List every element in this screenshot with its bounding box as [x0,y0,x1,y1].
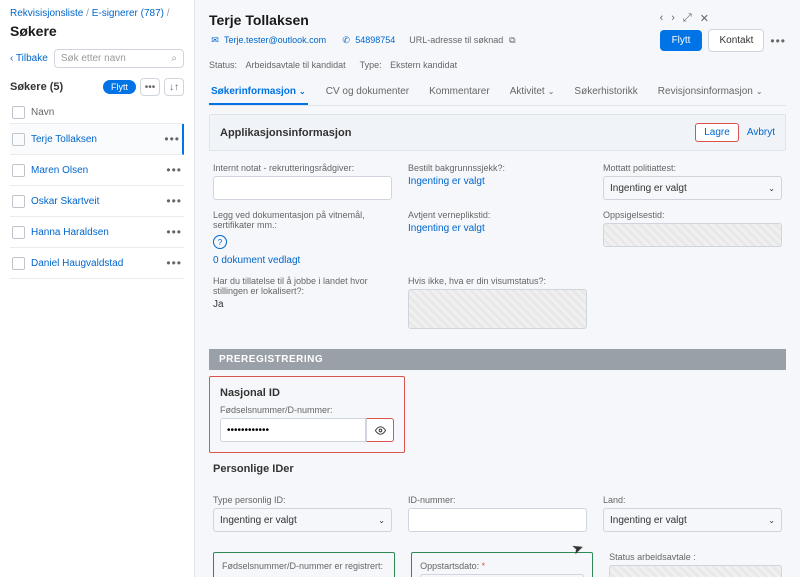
cancel-link[interactable]: Avbryt [747,127,775,138]
tab-søkerinformasjon[interactable]: Søkerinformasjon ⌄ [209,80,308,105]
fnr-label: Fødselsnummer/D-nummer: [220,405,394,415]
doc-count-link[interactable]: 0 dokument vedlagt [213,255,392,266]
status: Status: Arbeidsavtale til kandidat [209,60,346,70]
chevron-down-icon: ⌄ [299,87,306,96]
tab-cv-og-dokumenter[interactable]: CV og dokumenter [324,80,411,105]
reveal-button[interactable] [366,418,394,442]
tab-revisjonsinformasjon[interactable]: Revisjonsinformasjon ⌄ [656,80,765,105]
type-id-select[interactable]: Ingenting er valgt⌄ [213,508,392,532]
internal-note-label: Internt notat - rekrutteringsrådgiver: [213,163,392,173]
type-id-label: Type personlig ID: [213,495,392,505]
item-more[interactable]: ••• [166,225,182,239]
status-contract-input [609,565,782,577]
bgcheck-label: Bestilt bakgrunnssjekk?: [408,163,587,173]
workpermit-value: Ja [213,299,392,310]
phone-icon: ✆ [340,34,352,46]
name-header: Navn [31,107,54,118]
back-link[interactable]: ‹ Tilbake [10,53,48,64]
item-checkbox[interactable] [12,133,25,146]
prev-icon[interactable]: ‹ [660,12,664,25]
fnr-input[interactable] [220,418,366,442]
item-checkbox[interactable] [12,164,25,177]
url-label: URL-adresse til søknad ⧉ [409,34,518,46]
termination-input [603,223,782,247]
contact-button[interactable]: Kontakt [708,29,764,52]
fnr-reg-label: Fødselsnummer/D-nummer er registrert: [222,561,386,571]
close-icon[interactable]: ✕ [700,12,709,25]
item-more[interactable]: ••• [166,194,182,208]
expand-icon[interactable]: ⤢ [683,12,692,25]
item-more[interactable]: ••• [166,256,182,270]
military-label: Avtjent verneplikstid: [408,210,587,220]
country-select[interactable]: Ingenting er valgt⌄ [603,508,782,532]
more-actions[interactable]: ••• [770,34,786,48]
item-more[interactable]: ••• [164,132,180,146]
personal-ids-title: Personlige IDer [213,463,782,475]
item-name: Terje Tollaksen [31,134,97,145]
national-id-title: Nasjonal ID [220,387,394,399]
status-contract-label: Status arbeidsavtale : [609,552,782,562]
list-item[interactable]: Maren Olsen ••• [10,155,184,186]
email-icon: ✉ [209,34,221,46]
breadcrumb: Rekvisisjonsliste / E-signerer (787) / [10,8,184,19]
military-value[interactable]: Ingenting er valgt [408,223,587,234]
chevron-down-icon: ⌄ [756,87,763,96]
termination-label: Oppsigelsestid: [603,210,782,220]
move-button-main[interactable]: Flytt [660,30,703,51]
country-label: Land: [603,495,782,505]
search-input[interactable]: Søk etter navn ⌕ [54,49,184,68]
tab-aktivitet[interactable]: Aktivitet ⌄ [508,80,557,105]
breadcrumb-link-1[interactable]: Rekvisisjonsliste [10,8,83,19]
filter-count: Søkere (5) [10,81,63,93]
item-name: Oskar Skartveit [31,196,99,207]
email-link[interactable]: ✉ Terje.tester@outlook.com [209,34,326,46]
idnum-label: ID-nummer: [408,495,587,505]
startdate-label: Oppstartsdato: * [420,561,584,571]
internal-note-input[interactable] [213,176,392,200]
idnum-input[interactable] [408,508,587,532]
preregistration-header: PREREGISTRERING [209,349,786,370]
item-name: Hanna Haraldsen [31,227,109,238]
help-icon[interactable]: ? [213,235,227,249]
next-icon[interactable]: › [671,12,675,25]
workpermit-label: Har du tillatelse til å jobbe i landet h… [213,276,392,296]
save-button[interactable]: Lagre [695,123,739,142]
sort-button[interactable]: ↓↑ [164,78,184,96]
phone-link[interactable]: ✆ 54898754 [340,34,395,46]
search-icon: ⌕ [171,53,177,64]
list-item[interactable]: Oskar Skartveit ••• [10,186,184,217]
breadcrumb-link-2[interactable]: E-signerer (787) [92,8,164,19]
item-more[interactable]: ••• [166,163,182,177]
item-checkbox[interactable] [12,195,25,208]
policecert-select[interactable]: Ingenting er valgt⌄ [603,176,782,200]
chevron-down-icon: ⌄ [768,184,775,193]
select-all-checkbox[interactable] [12,106,25,119]
tab-søkerhistorikk[interactable]: Søkerhistorikk [572,80,639,105]
item-name: Maren Olsen [31,165,88,176]
list-item[interactable]: Daniel Haugvaldstad ••• [10,248,184,279]
page-title: Søkere [10,23,184,39]
bgcheck-value[interactable]: Ingenting er valgt [408,176,587,187]
list-item[interactable]: Terje Tollaksen ••• [10,124,184,155]
copy-icon[interactable]: ⧉ [506,34,518,46]
candidate-name: Terje Tollaksen [209,12,660,28]
list-item[interactable]: Hanna Haraldsen ••• [10,217,184,248]
visa-input [408,289,587,329]
move-button[interactable]: Flytt [103,80,136,94]
visa-label: Hvis ikke, hva er din visumstatus?: [408,276,587,286]
more-button[interactable]: ••• [140,78,160,96]
section-title: Applikasjonsinformasjon [220,127,351,139]
chevron-down-icon: ⌄ [768,516,775,525]
item-name: Daniel Haugvaldstad [31,258,123,269]
chevron-down-icon: ⌄ [548,87,555,96]
eye-icon [375,425,386,436]
item-checkbox[interactable] [12,226,25,239]
chevron-down-icon: ⌄ [378,516,385,525]
type: Type: Ekstern kandidat [360,60,458,70]
tab-kommentarer[interactable]: Kommentarer [427,80,492,105]
attachdocs-label: Legg ved dokumentasjon på vitnemål, sert… [213,210,392,230]
item-checkbox[interactable] [12,257,25,270]
policecert-label: Mottatt politiattest: [603,163,782,173]
